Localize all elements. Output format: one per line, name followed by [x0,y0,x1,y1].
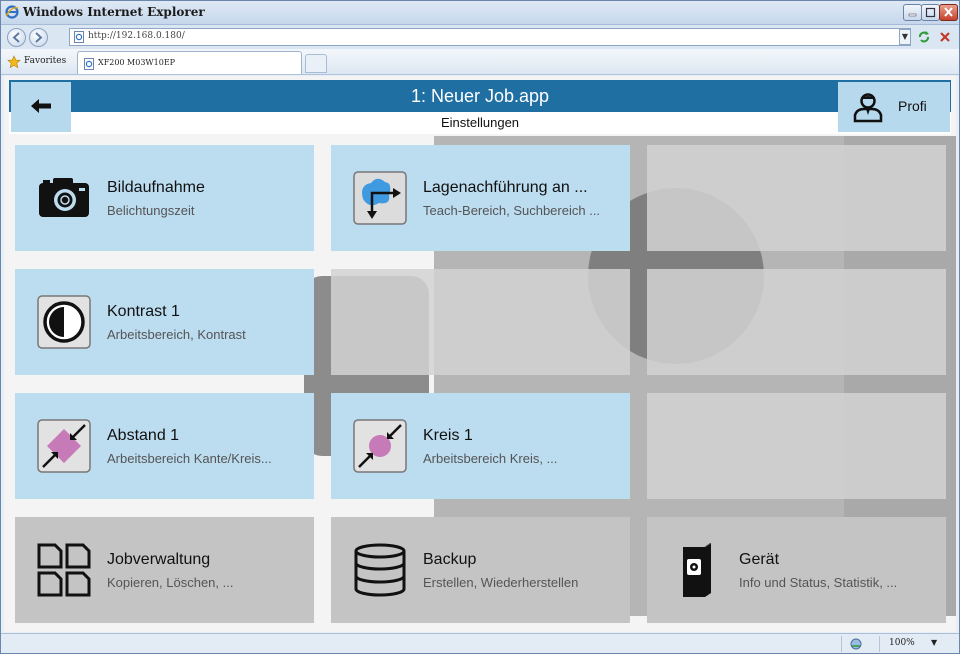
tile-subtitle: Info und Status, Statistik, ... [739,575,898,590]
minimize-button[interactable] [903,4,922,21]
address-row: http://192.168.0.180/ ▼ [1,25,959,49]
job-title: 1: Neuer Job.app [410,86,550,106]
tile-empty [647,145,946,251]
page-icon [74,31,84,43]
favorites-bar: Favorites XF200 M03W10EP [1,49,959,75]
tile-geraet[interactable]: Gerät Info und Status, Statistik, ... [647,517,946,623]
tile-subtitle: Kopieren, Löschen, ... [107,575,234,590]
files-icon [37,543,91,597]
star-icon[interactable] [7,55,21,69]
back-button[interactable] [11,82,71,132]
status-divider [841,636,842,652]
tile-title: Gerät [739,551,780,568]
tile-kreis[interactable]: Kreis 1 Arbeitsbereich Kreis, ... [331,393,630,499]
tile-empty [647,269,946,375]
profile-label: Profi [898,98,927,114]
ie-logo-icon [5,5,19,19]
tile-backup[interactable]: Backup Erstellen, Wiederherstellen [331,517,630,623]
browser-back-button[interactable] [7,28,26,47]
minimize-icon [908,13,917,17]
close-window-button[interactable] [939,4,958,21]
browser-forward-button[interactable] [29,28,48,47]
app-page: 1: Neuer Job.app Einstellungen Profi Bil… [4,76,956,632]
tile-subtitle: Teach-Bereich, Suchbereich ... [423,203,601,218]
profile-button[interactable]: Profi [838,82,950,132]
position-tracking-icon [353,171,407,225]
page-icon [84,58,94,70]
user-profile-icon [853,93,883,123]
tile-title: Kreis 1 [423,427,473,444]
address-input[interactable]: http://192.168.0.180/ [69,28,911,46]
tile-abstand[interactable]: Abstand 1 Arbeitsbereich Kante/Kreis... [15,393,314,499]
tile-title: Lagenachführung an ... [423,179,588,196]
tile-subtitle: Arbeitsbereich Kreis, ... [423,451,558,466]
close-icon [944,7,953,17]
circle-tool-icon [353,419,407,473]
page-subtitle: Einstellungen [9,112,951,134]
tile-empty [647,393,946,499]
tile-bildaufnahme[interactable]: Bildaufnahme Belichtungszeit [15,145,314,251]
browser-tab[interactable]: XF200 M03W10EP [77,51,302,74]
device-icon [683,543,712,597]
arrow-left-icon [31,99,51,113]
refresh-icon[interactable] [916,29,932,45]
arrow-right-icon [35,32,43,43]
tile-empty [331,269,630,375]
address-dropdown-button[interactable]: ▼ [899,29,911,45]
window-title: Windows Internet Explorer [23,5,205,19]
maximize-button[interactable] [921,4,940,21]
address-url: http://192.168.0.180/ [88,31,185,41]
maximize-icon [925,7,936,18]
zoom-level[interactable]: 100% [889,638,915,648]
camera-icon [39,178,89,217]
tile-subtitle: Arbeitsbereich Kante/Kreis... [107,451,272,466]
tile-title: Abstand 1 [107,427,180,444]
stop-icon[interactable] [937,29,953,45]
tile-subtitle: Belichtungszeit [107,203,195,218]
status-bar: 100% ▼ [1,633,959,653]
tab-title: XF200 M03W10EP [98,58,176,67]
tile-kontrast[interactable]: Kontrast 1 Arbeitsbereich, Kontrast [15,269,314,375]
security-zone-icon[interactable] [849,637,863,651]
tile-lagenachfuehrung[interactable]: Lagenachführung an ... Teach-Bereich, Su… [331,145,630,251]
app-header: 1: Neuer Job.app [9,80,951,112]
new-tab-button[interactable] [305,54,327,73]
tile-subtitle: Arbeitsbereich, Kontrast [107,327,246,342]
tile-title: Kontrast 1 [107,303,180,320]
zoom-dropdown-icon[interactable]: ▼ [931,638,937,647]
status-divider [879,636,880,652]
arrow-left-icon [12,32,20,43]
contrast-icon [37,295,91,349]
tile-title: Backup [423,551,477,568]
tile-jobverwaltung[interactable]: Jobverwaltung Kopieren, Löschen, ... [15,517,314,623]
favorites-button[interactable]: Favorites [24,56,66,66]
tile-title: Bildaufnahme [107,179,205,196]
tile-subtitle: Erstellen, Wiederherstellen [423,575,579,590]
tile-title: Jobverwaltung [107,551,211,568]
browser-window: Windows Internet Explorer http://192.168… [0,0,960,654]
database-icon [354,543,406,597]
title-bar: Windows Internet Explorer [1,1,959,25]
distance-icon [37,419,91,473]
